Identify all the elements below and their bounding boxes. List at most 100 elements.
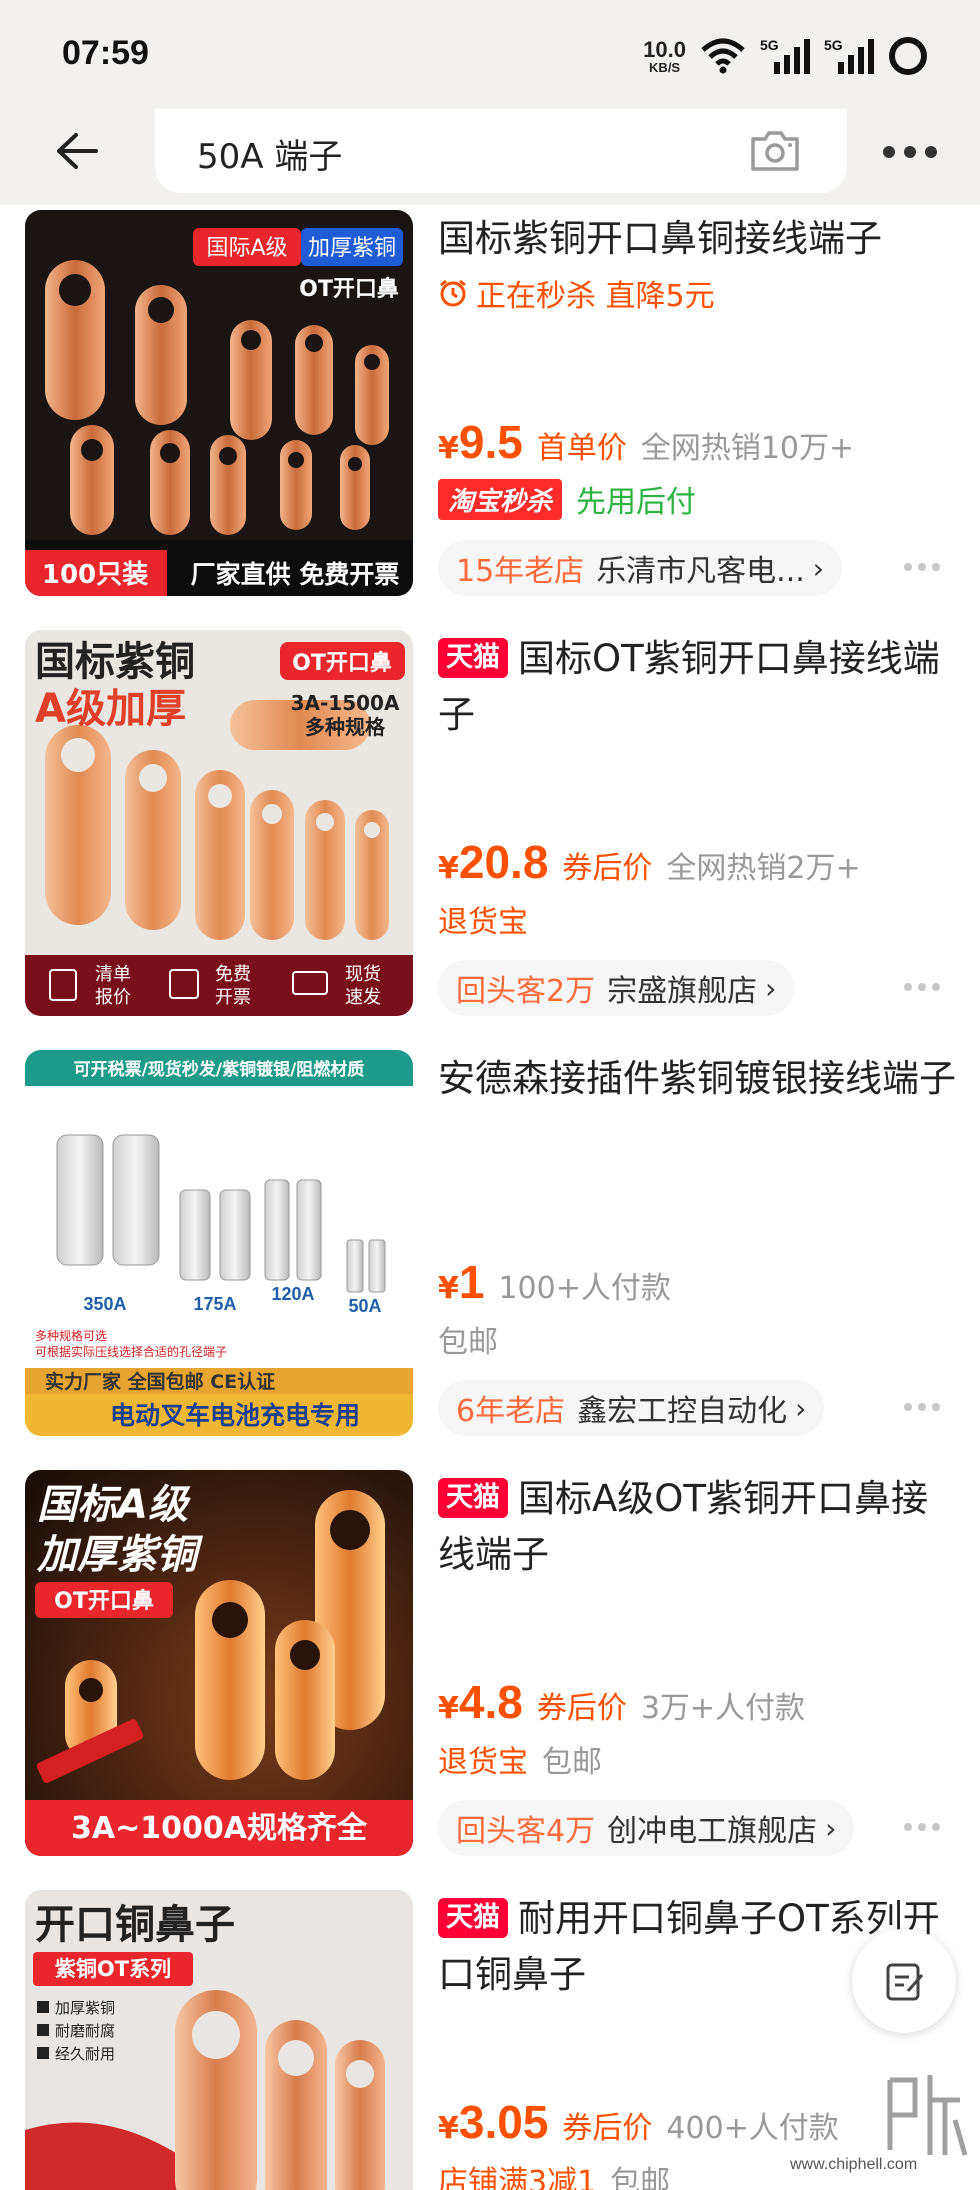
price-row: ¥ 4.8 券后价 3万+人付款 — [438, 1675, 805, 1729]
price-row: ¥ 3.05 券后价 400+人付款 — [438, 2095, 839, 2149]
search-input[interactable]: 50A 端子 — [155, 109, 847, 193]
floating-edit-button[interactable] — [852, 1929, 956, 2033]
shop-badge: 回头客2万 — [456, 974, 596, 1009]
shop-badge: 6年老店 — [456, 1394, 566, 1429]
image-subtitle: OT开口鼻 — [299, 276, 399, 302]
image-headline-1: 国标紫铜 — [35, 639, 195, 685]
return-insurance-tag: 退货宝 — [438, 1745, 528, 1780]
tmall-badge: 天猫 — [438, 1898, 508, 1938]
product-card[interactable]: 可开税票/现货秒发/紫铜镀银/阻燃材质 350A 175A 120A 50A 多… — [0, 1045, 980, 1445]
item-more-button[interactable] — [904, 563, 944, 575]
image-note-1: 多种规格可选 — [35, 1328, 107, 1343]
return-insurance-tag: 退货宝 — [438, 905, 528, 940]
tag-row: 店铺满3减1 包邮 — [438, 2157, 670, 2190]
shop-link[interactable]: 6年老店 鑫宏工控自动化 › — [438, 1380, 825, 1436]
edit-note-icon — [886, 1963, 924, 2001]
price: 3.05 — [458, 2096, 549, 2148]
image-headline-1: 国标A级 — [37, 1482, 191, 1528]
product-info: 天猫 国标A级OT紫铜开口鼻接线端子 ¥ 4.8 券后价 3万+人付款 退货宝 包… — [438, 1465, 958, 1865]
image-spec-120: 120A — [271, 1284, 314, 1304]
tmall-badge: 天猫 — [438, 638, 508, 678]
shop-link[interactable]: 15年老店 乐清市凡客电... › — [438, 540, 842, 596]
chiphell-watermark-logo — [887, 2075, 968, 2156]
product-title-text: 国标A级OT紫铜开口鼻接线端子 — [438, 1477, 929, 1576]
signal-5g-icon: 5G — [760, 37, 810, 74]
image-promo: 厂家直供 免费开票 — [191, 560, 400, 589]
dot-icon — [932, 983, 940, 991]
product-title[interactable]: 安德森接插件紫铜镀银接线端子 — [438, 1045, 958, 1107]
price-label: 券后价 — [536, 1691, 627, 1726]
back-button[interactable] — [46, 121, 106, 181]
camera-icon — [751, 131, 799, 171]
status-bar: 07:59 10.0 KB/S 5G 5G — [0, 0, 980, 105]
price-label: 首单价 — [536, 431, 627, 466]
price: 1 — [458, 1256, 485, 1308]
shop-name: 乐清市凡客电... — [596, 554, 805, 589]
shop-link[interactable]: 回头客2万 宗盛旗舰店 › — [438, 960, 795, 1016]
image-headline: 开口铜鼻子 — [35, 1902, 235, 1948]
camera-search-button[interactable] — [747, 123, 803, 179]
clock: 07:59 — [62, 34, 149, 72]
product-card[interactable]: 国际A级 加厚紫铜 OT开口鼻 100只装 厂家直供 免费开票 国标紫铜开口鼻铜… — [0, 205, 980, 605]
price: 20.8 — [458, 836, 549, 888]
product-image[interactable]: 国标紫铜 A级加厚 OT开口鼻 3A-1500A 多种规格 清单 报价 免费 开… — [25, 630, 413, 1016]
tag-row: 退货宝 包邮 — [438, 1737, 602, 1781]
product-info: 安德森接插件紫铜镀银接线端子 ¥ 1 100+人付款 包邮 6年老店 鑫宏工控自… — [438, 1045, 958, 1445]
image-feat-3b: 速发 — [345, 987, 381, 1008]
shop-link[interactable]: 回头客4万 创冲电工旗舰店 › — [438, 1800, 855, 1856]
product-image[interactable]: 开口铜鼻子 紫铜OT系列 加厚紫铜 耐磨耐腐 经久耐用 — [25, 1890, 413, 2190]
signal-label-2: 5G — [824, 37, 843, 53]
image-feat-1a: 清单 — [95, 964, 131, 985]
product-card[interactable]: 国标紫铜 A级加厚 OT开口鼻 3A-1500A 多种规格 清单 报价 免费 开… — [0, 625, 980, 1025]
search-query: 50A 端子 — [197, 137, 343, 177]
shop-name: 创冲电工旗舰店 — [607, 1814, 818, 1849]
dot-icon — [918, 1823, 926, 1831]
more-options-button[interactable] — [880, 139, 940, 165]
price-row: ¥ 20.8 券后价 全网热销2万+ — [438, 835, 861, 889]
product-title[interactable]: 天猫 国标A级OT紫铜开口鼻接线端子 — [438, 1465, 958, 1583]
chevron-right-icon: › — [825, 1811, 837, 1845]
item-more-button[interactable] — [904, 1403, 944, 1415]
price: 4.8 — [458, 1676, 523, 1728]
image-feat-1b: 报价 — [95, 987, 131, 1008]
product-card[interactable]: 开口铜鼻子 紫铜OT系列 加厚紫铜 耐磨耐腐 经久耐用 天猫 耐用开口铜鼻子OT系… — [0, 1885, 980, 2190]
currency-symbol: ¥ — [438, 851, 459, 886]
image-badge: OT开口鼻 — [292, 650, 392, 676]
currency-symbol: ¥ — [438, 2111, 459, 2146]
status-icons: 10.0 KB/S 5G 5G — [643, 34, 928, 78]
tag-row: 包邮 — [438, 1317, 498, 1361]
free-shipping-tag: 包邮 — [438, 1325, 498, 1360]
dot-icon — [932, 1403, 940, 1411]
chevron-right-icon: › — [795, 1391, 807, 1425]
back-arrow-icon — [57, 133, 98, 169]
shop-name: 宗盛旗舰店 — [607, 974, 758, 1009]
image-bottom: 3A~1000A规格齐全 — [71, 1811, 368, 1846]
net-speed: 10.0 KB/S — [643, 38, 686, 75]
item-more-button[interactable] — [904, 983, 944, 995]
image-badge-1: 国际A级 — [206, 236, 287, 261]
product-image[interactable]: 可开税票/现货秒发/紫铜镀银/阻燃材质 350A 175A 120A 50A 多… — [25, 1050, 413, 1436]
product-title[interactable]: 国标紫铜开口鼻铜接线端子 — [438, 205, 958, 267]
free-shipping-tag: 包邮 — [542, 1745, 602, 1780]
product-card[interactable]: 国标A级 加厚紫铜 OT开口鼻 3A~1000A规格齐全 天猫 国标A级OT紫铜开… — [0, 1465, 980, 1865]
image-badge: 紫铜OT系列 — [55, 1957, 171, 1981]
item-more-button[interactable] — [904, 1823, 944, 1835]
chevron-right-icon: › — [812, 551, 824, 585]
image-headline-2: 加厚紫铜 — [36, 1532, 204, 1578]
flash-sale-text: 正在秒杀 直降5元 — [476, 279, 715, 314]
dot-icon — [918, 563, 926, 571]
dot-icon — [918, 983, 926, 991]
sales-count: 全网热销2万+ — [666, 851, 861, 886]
image-badge-2: 加厚紫铜 — [308, 236, 396, 261]
dot-icon — [932, 1823, 940, 1831]
product-title[interactable]: 天猫 国标OT紫铜开口鼻接线端子 — [438, 625, 958, 743]
product-image[interactable]: 国际A级 加厚紫铜 OT开口鼻 100只装 厂家直供 免费开票 — [25, 210, 413, 596]
store-discount-tag: 店铺满3减1 — [438, 2165, 597, 2190]
image-spec-1: 3A-1500A — [291, 691, 400, 715]
product-image[interactable]: 国标A级 加厚紫铜 OT开口鼻 3A~1000A规格齐全 — [25, 1470, 413, 1856]
image-headline-2: A级加厚 — [35, 686, 186, 732]
shop-badge: 15年老店 — [456, 554, 585, 589]
dot-icon — [904, 563, 912, 571]
net-speed-unit: KB/S — [649, 59, 681, 75]
alarm-clock-icon — [440, 279, 466, 307]
